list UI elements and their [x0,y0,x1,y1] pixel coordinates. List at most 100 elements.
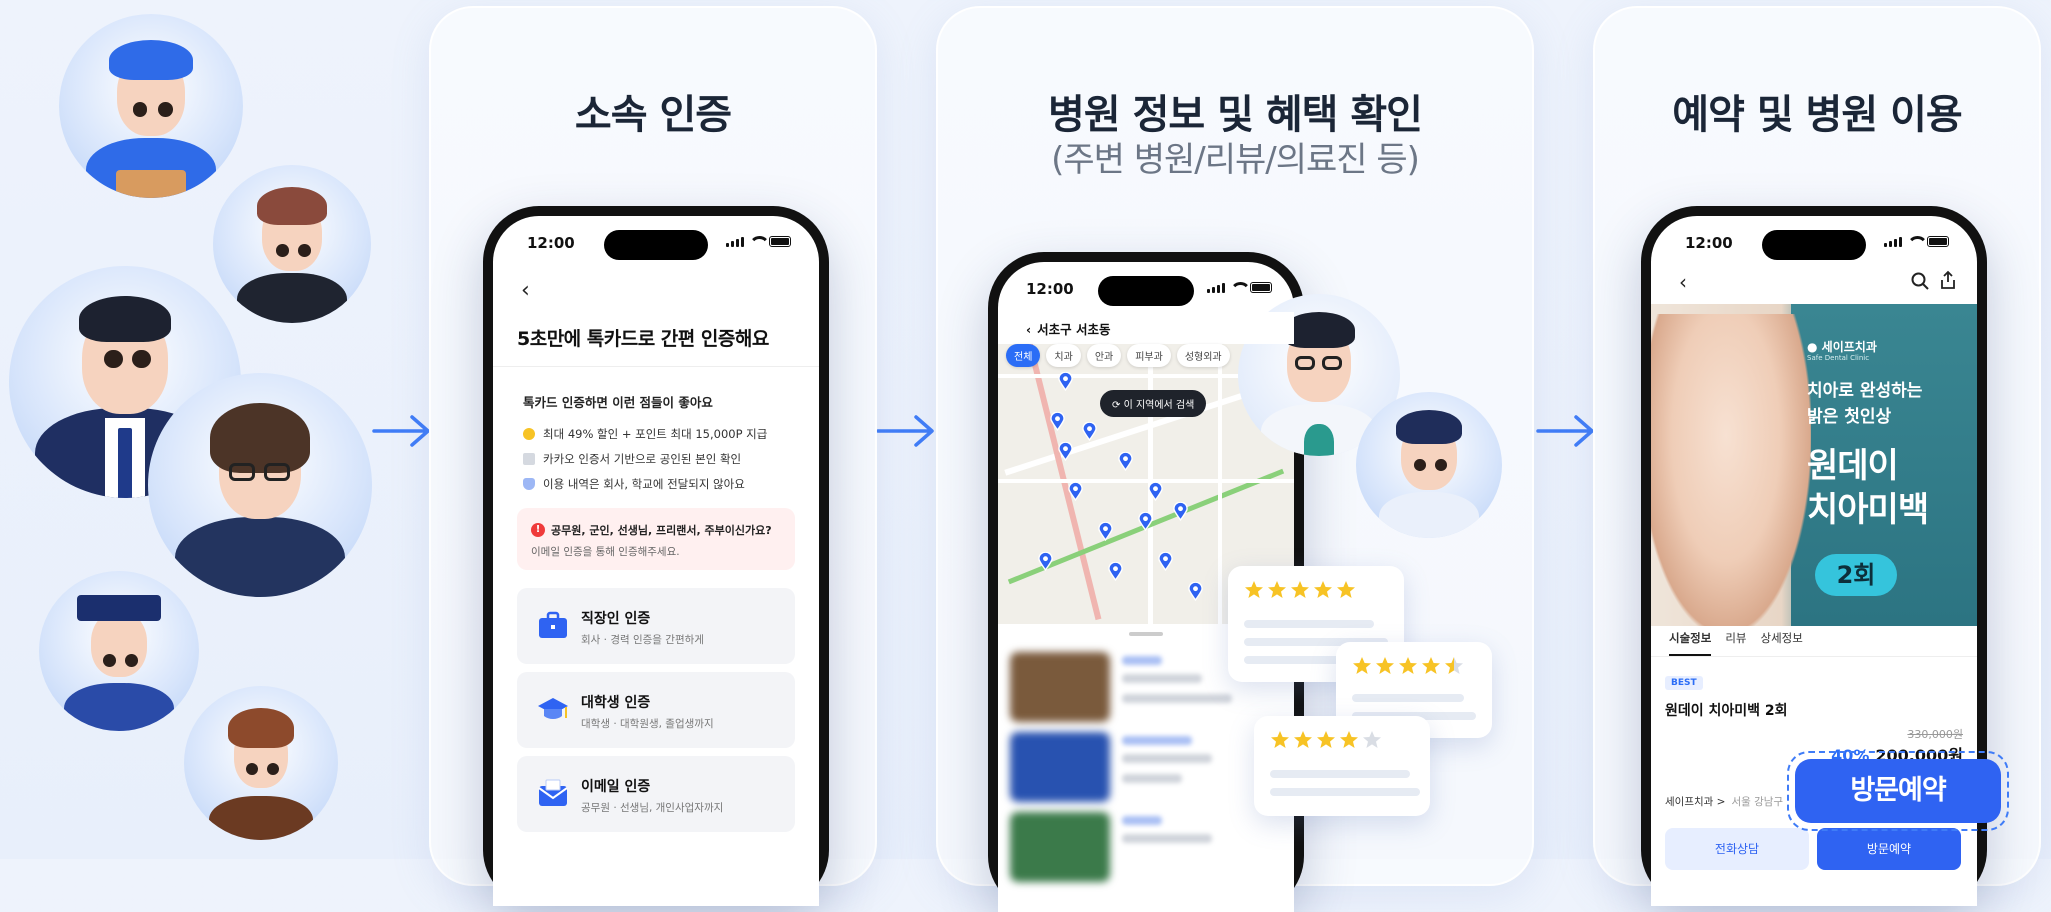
arrow-right-icon [1536,415,1594,447]
list-item[interactable] [1010,732,1282,802]
list-item[interactable] [1010,812,1282,882]
rating-stars [1244,580,1356,600]
map-pin-icon[interactable] [1158,552,1173,571]
phone-affiliation: 12:00 ‹ 5초만에 톡카드로 간편 인증해요 톡카드 인증하면 이런 점들… [483,206,829,906]
avatar-artist [213,165,371,323]
battery-icon [1927,236,1949,247]
signal-icon [1207,283,1225,293]
search-area-button[interactable]: ⟳ 이 지역에서 검색 [1100,390,1207,417]
review-card [1254,716,1430,816]
rating-stars [1352,656,1464,676]
share-icon[interactable] [1939,270,1957,290]
product-title: 원데이 치아미백 2회 [1665,703,1788,719]
briefcase-icon [539,611,567,638]
star-icon [1271,731,1289,748]
map-pin-icon[interactable] [1173,502,1188,521]
map-pin-icon[interactable] [1082,422,1097,441]
arrow-right-icon [876,415,934,447]
signal-icon [726,237,744,247]
chip-derma[interactable]: 피부과 [1127,344,1171,367]
star-icon [1445,657,1463,674]
clinic-link[interactable]: 세이프치과 > 서울 강남구 [1665,794,1783,809]
back-icon[interactable]: ‹ [521,278,530,303]
page-title: 5초만에 톡카드로 간편 인증해요 [517,328,769,350]
status-icons [726,236,791,247]
dynamic-island [1762,230,1866,260]
tab-procedure-info[interactable]: 시술정보 [1669,630,1712,656]
map-pin-icon[interactable] [1038,552,1053,571]
map-pin-icon[interactable] [1068,482,1083,501]
star-icon [1363,731,1381,748]
cert-card-student[interactable]: 대학생 인증 대학생 · 대학원생, 졸업생까지 [517,672,795,748]
benefit-item: 카카오 인증서 기반으로 공인된 본인 확인 [523,451,741,467]
call-button[interactable]: 전화상담 [1665,828,1809,870]
map-pin-icon[interactable] [1050,412,1065,431]
promo-banner[interactable]: ● 세이프치과 Safe Dental Clinic 치아로 완성하는 밝은 첫인… [1651,304,1977,626]
status-time: 12:00 [527,234,575,252]
star-icon [1268,581,1286,598]
search-icon[interactable] [1911,272,1929,290]
signal-icon [1884,237,1902,247]
map-pin-icon[interactable] [1058,442,1073,461]
brand-sub: Safe Dental Clinic [1807,354,1870,362]
location-bar[interactable]: ‹ 서초구 서초동 [998,312,1294,344]
status-time: 12:00 [1685,234,1733,252]
dynamic-island [604,230,708,260]
brand-logo: ● 세이프치과 [1807,340,1877,354]
map-pin-icon[interactable] [1138,512,1153,531]
map-pin-icon[interactable] [1148,482,1163,501]
chip-eye[interactable]: 안과 [1086,344,1122,367]
avatar-doctor [1356,392,1502,538]
category-chips: 전체 치과 안과 피부과 성형외과 [1006,344,1230,367]
map-pin-icon[interactable] [1188,582,1203,601]
visit-reservation-cta[interactable]: 방문예약 [1787,751,2009,831]
star-icon [1245,581,1263,598]
star-icon [1399,657,1417,674]
star-icon [1314,581,1332,598]
status-icons [1884,236,1949,247]
mail-icon [538,779,568,806]
map-pin-icon[interactable] [1098,522,1113,541]
benefit-item: 최대 49% 할인 + 포인트 최대 15,000P 지급 [523,426,767,442]
avatar-delivery-worker [59,14,243,198]
battery-icon [1250,282,1272,293]
map-pin-icon[interactable] [1058,372,1073,391]
cert-card-employee[interactable]: 직장인 인증 회사 · 경력 인증을 간편하게 [517,588,795,664]
star-icon [1294,731,1312,748]
panel-subtitle: (주변 병원/리뷰/의료진 등) [1051,140,1420,180]
shield-icon [523,478,535,490]
tab-reviews[interactable]: 리뷰 [1725,630,1746,656]
banner-copy: 치아로 완성하는 밝은 첫인상 [1807,381,1923,427]
avatar-graduate [39,571,199,731]
status-icons [1207,282,1272,293]
detail-tabs: 시술정보 리뷰 상세정보 [1669,630,1803,656]
chip-all[interactable]: 전체 [1006,344,1041,367]
original-price: 330,000원 [1907,728,1963,741]
divider [1651,656,1977,657]
status-time: 12:00 [1026,280,1074,298]
back-icon[interactable]: ‹ [1679,270,1687,294]
map-pin-icon[interactable] [1108,562,1123,581]
tab-details[interactable]: 상세정보 [1761,630,1803,656]
document-icon [523,453,535,465]
chip-plastic[interactable]: 성형외과 [1176,344,1230,367]
avatar-woman-glasses [148,373,372,597]
panel-title: 예약 및 병원 이용 [1672,92,1962,138]
back-icon: ‹ [1026,322,1032,337]
alert-box[interactable]: ! 공무원, 군인, 선생님, 프리랜서, 주부이신가요? 이메일 인증을 통해 … [517,508,795,570]
tooth-icon: ● [1807,340,1822,354]
wifi-icon [1230,282,1251,293]
model-photo [1651,314,1811,626]
map-pin-icon[interactable] [1118,452,1133,471]
visit-button[interactable]: 방문예약 [1817,828,1961,870]
chip-dental[interactable]: 치과 [1046,344,1081,367]
dynamic-island [1098,276,1194,306]
star-icon [1317,731,1335,748]
rating-stars [1270,730,1382,750]
banner-headline: 원데이 치아미백 [1807,446,1929,530]
avatar-barista [184,686,338,840]
cert-card-email[interactable]: 이메일 인증 공무원 · 선생님, 개인사업자까지 [517,756,795,832]
arrow-right-icon [372,415,430,447]
banner-badge: 2회 [1815,554,1897,596]
graduation-cap-icon [538,698,568,719]
